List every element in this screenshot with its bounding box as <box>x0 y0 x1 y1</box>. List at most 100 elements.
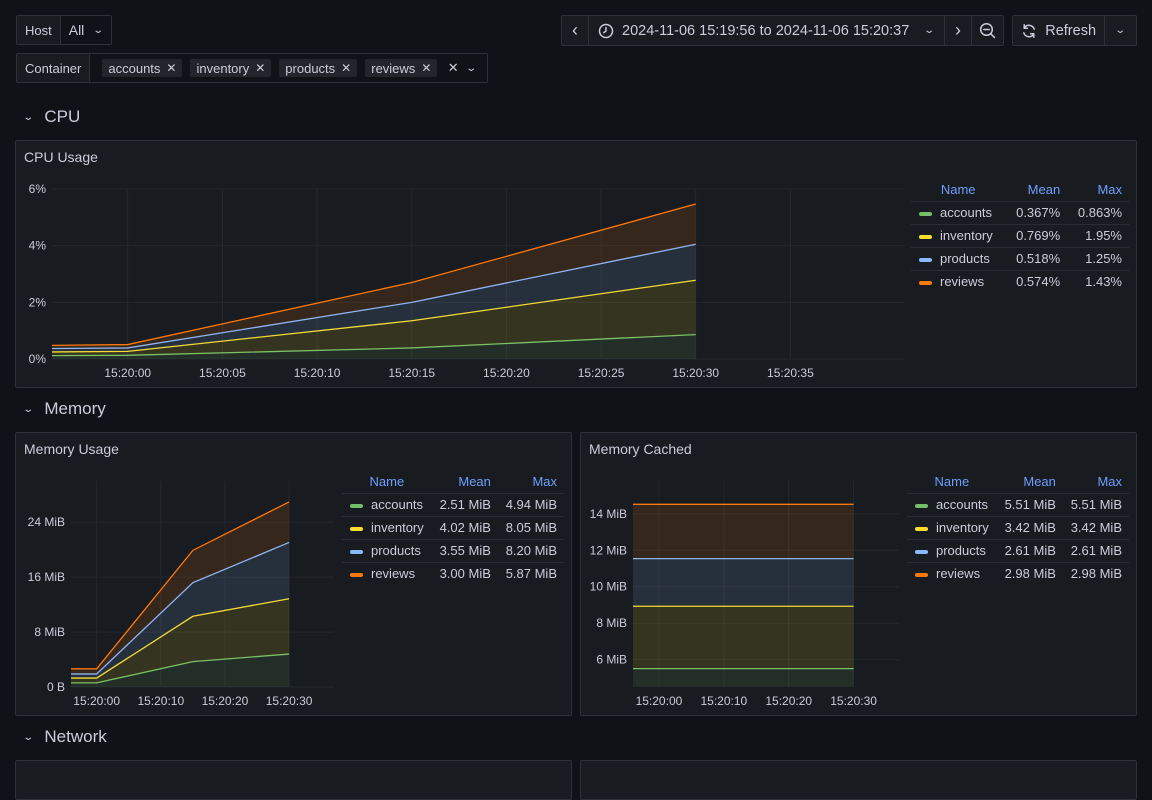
refresh-button[interactable]: Refresh <box>1013 16 1106 45</box>
legend-max: 8.20 MiB <box>497 538 564 562</box>
chevron-down-icon[interactable]: ⌄ <box>465 63 477 74</box>
legend-row[interactable]: reviews 2.98 MiB 2.98 MiB <box>907 561 1129 585</box>
area-inventory <box>633 606 854 669</box>
zoom-out-button[interactable] <box>972 16 1003 45</box>
chevron-down-icon: ⌄ <box>22 731 35 743</box>
network-panel-right <box>580 760 1137 800</box>
x-tick-label: 15:20:15 <box>388 366 435 380</box>
refresh-icon <box>1023 23 1036 38</box>
x-tick-label: 15:20:10 <box>700 694 747 708</box>
y-tick-label: 8 MiB <box>34 625 65 639</box>
remove-icon[interactable]: ✕ <box>421 61 431 75</box>
time-forward-button[interactable]: › <box>945 16 972 45</box>
y-tick-label: 0% <box>29 352 47 366</box>
chevron-down-icon: ⌄ <box>22 403 35 415</box>
clock-icon <box>598 23 614 38</box>
series-color-swatch <box>350 526 363 531</box>
area-products <box>633 558 854 607</box>
legend-row[interactable]: inventory 3.42 MiB 3.42 MiB <box>907 515 1129 539</box>
row-memory[interactable]: ⌄ Memory <box>22 399 105 419</box>
legend-row[interactable]: products 3.55 MiB 8.20 MiB <box>342 538 564 562</box>
refresh-interval-dropdown[interactable]: ⌄ <box>1105 16 1136 45</box>
container-variable-label: Container <box>17 54 91 82</box>
container-chip-reviews: reviews ✕ <box>365 59 438 77</box>
y-tick-label: 2% <box>29 295 47 309</box>
legend-mean: 0.769% <box>1005 223 1068 247</box>
x-tick-label: 15:20:10 <box>137 694 184 708</box>
legend-mean: 2.98 MiB <box>996 561 1063 585</box>
clear-all-icon[interactable]: ✕ <box>448 60 459 76</box>
legend-header-max[interactable]: Max <box>1067 179 1129 201</box>
legend-max: 1.43% <box>1067 269 1129 293</box>
chevron-down-icon: ⌄ <box>1114 25 1127 36</box>
container-chip-inventory: inventory ✕ <box>190 59 272 77</box>
host-variable: Host All ⌄ <box>16 15 112 45</box>
y-tick-label: 12 MiB <box>590 543 627 557</box>
time-range-button[interactable]: 2024-11-06 15:19:56 to 2024-11-06 15:20:… <box>589 16 945 45</box>
legend-row[interactable]: accounts 2.51 MiB 4.94 MiB <box>342 492 564 516</box>
row-network[interactable]: ⌄ Network <box>22 727 106 747</box>
legend-row[interactable]: products 2.61 MiB 2.61 MiB <box>907 538 1129 562</box>
container-select[interactable]: accounts ✕ inventory ✕ products ✕ reviews ✕ … <box>90 54 487 82</box>
legend-header-mean[interactable]: Mean <box>997 471 1063 493</box>
y-tick-label: 8 MiB <box>596 616 627 630</box>
chip-label: inventory <box>196 60 250 76</box>
refresh-label: Refresh <box>1045 22 1097 39</box>
row-cpu[interactable]: ⌄ CPU <box>22 107 80 127</box>
legend-header-name[interactable]: Name <box>342 471 432 493</box>
legend-row[interactable]: accounts 5.51 MiB 5.51 MiB <box>907 492 1129 516</box>
time-picker: ‹ 2024-11-06 15:19:56 to 2024-11-06 15:2… <box>561 15 1004 46</box>
legend-row[interactable]: reviews 3.00 MiB 5.87 MiB <box>342 561 564 585</box>
remove-icon[interactable]: ✕ <box>341 61 351 75</box>
memory-cached-panel: Memory Cached 6 MiB 8 MiB 10 MiB 12 MiB 14 M… <box>580 432 1137 716</box>
legend-header-max[interactable]: Max <box>1063 471 1129 493</box>
legend-header-max[interactable]: Max <box>498 471 564 493</box>
time-back-button[interactable]: ‹ <box>562 16 589 45</box>
cpu-usage-chart: 0% 2% 4% 6% 15:20:00 15:20:05 15:20:10 15:20:15… <box>29 182 904 380</box>
legend-row[interactable]: accounts 0.367% 0.863% <box>911 200 1129 224</box>
legend-max: 5.87 MiB <box>497 561 564 585</box>
series-color-swatch <box>915 549 928 554</box>
legend-header-name[interactable]: Name <box>911 179 1005 201</box>
network-panel-left <box>15 760 572 800</box>
chip-label: accounts <box>108 60 161 76</box>
x-tick-label: 15:20:25 <box>578 366 625 380</box>
area-reviews <box>633 504 854 559</box>
series-color-swatch <box>350 503 363 508</box>
series-color-swatch <box>919 257 932 262</box>
y-tick-label: 0 B <box>47 680 65 694</box>
cpu-usage-panel: CPU Usage 0% 2% 4% 6% 15:20:00 15:20:05 15:20:… <box>15 140 1137 388</box>
memory-usage-panel: Memory Usage 0 B8 MiB 16 MiB 24 MiB 15:20:0… <box>15 432 572 716</box>
legend-header-mean[interactable]: Mean <box>1005 179 1067 201</box>
chip-label: products <box>285 60 336 76</box>
remove-icon[interactable]: ✕ <box>255 61 265 75</box>
legend-row[interactable]: inventory 0.769% 1.95% <box>911 223 1129 247</box>
legend-row[interactable]: reviews 0.574% 1.43% <box>911 269 1129 293</box>
chip-label: reviews <box>371 60 416 76</box>
legend-series-name: products <box>940 251 990 266</box>
y-tick-label: 6 MiB <box>596 653 627 667</box>
legend-series-name: accounts <box>940 205 993 220</box>
host-select[interactable]: All ⌄ <box>61 16 111 44</box>
x-tick-label: 15:20:20 <box>765 694 812 708</box>
legend-max: 2.61 MiB <box>1062 538 1129 562</box>
legend-series-name: inventory <box>371 520 424 535</box>
legend-series-name: products <box>371 543 421 558</box>
x-tick-label: 15:20:10 <box>294 366 341 380</box>
legend-max: 4.94 MiB <box>497 492 564 516</box>
legend-mean: 2.61 MiB <box>996 538 1063 562</box>
legend-header-name[interactable]: Name <box>907 471 997 493</box>
legend-header-mean[interactable]: Mean <box>432 471 498 493</box>
remove-icon[interactable]: ✕ <box>166 61 176 75</box>
legend-mean: 0.518% <box>1005 246 1068 270</box>
legend-series-name: inventory <box>940 228 993 243</box>
container-chip-products: products ✕ <box>279 59 358 77</box>
x-tick-label: 15:20:30 <box>266 694 313 708</box>
legend-max: 1.25% <box>1067 246 1129 270</box>
legend-series-name: accounts <box>936 497 989 512</box>
legend-max: 0.863% <box>1067 200 1129 224</box>
legend-max: 5.51 MiB <box>1062 492 1129 516</box>
series-color-swatch <box>915 503 928 508</box>
legend-row[interactable]: products 0.518% 1.25% <box>911 246 1129 270</box>
legend-row[interactable]: inventory 4.02 MiB 8.05 MiB <box>342 515 564 539</box>
